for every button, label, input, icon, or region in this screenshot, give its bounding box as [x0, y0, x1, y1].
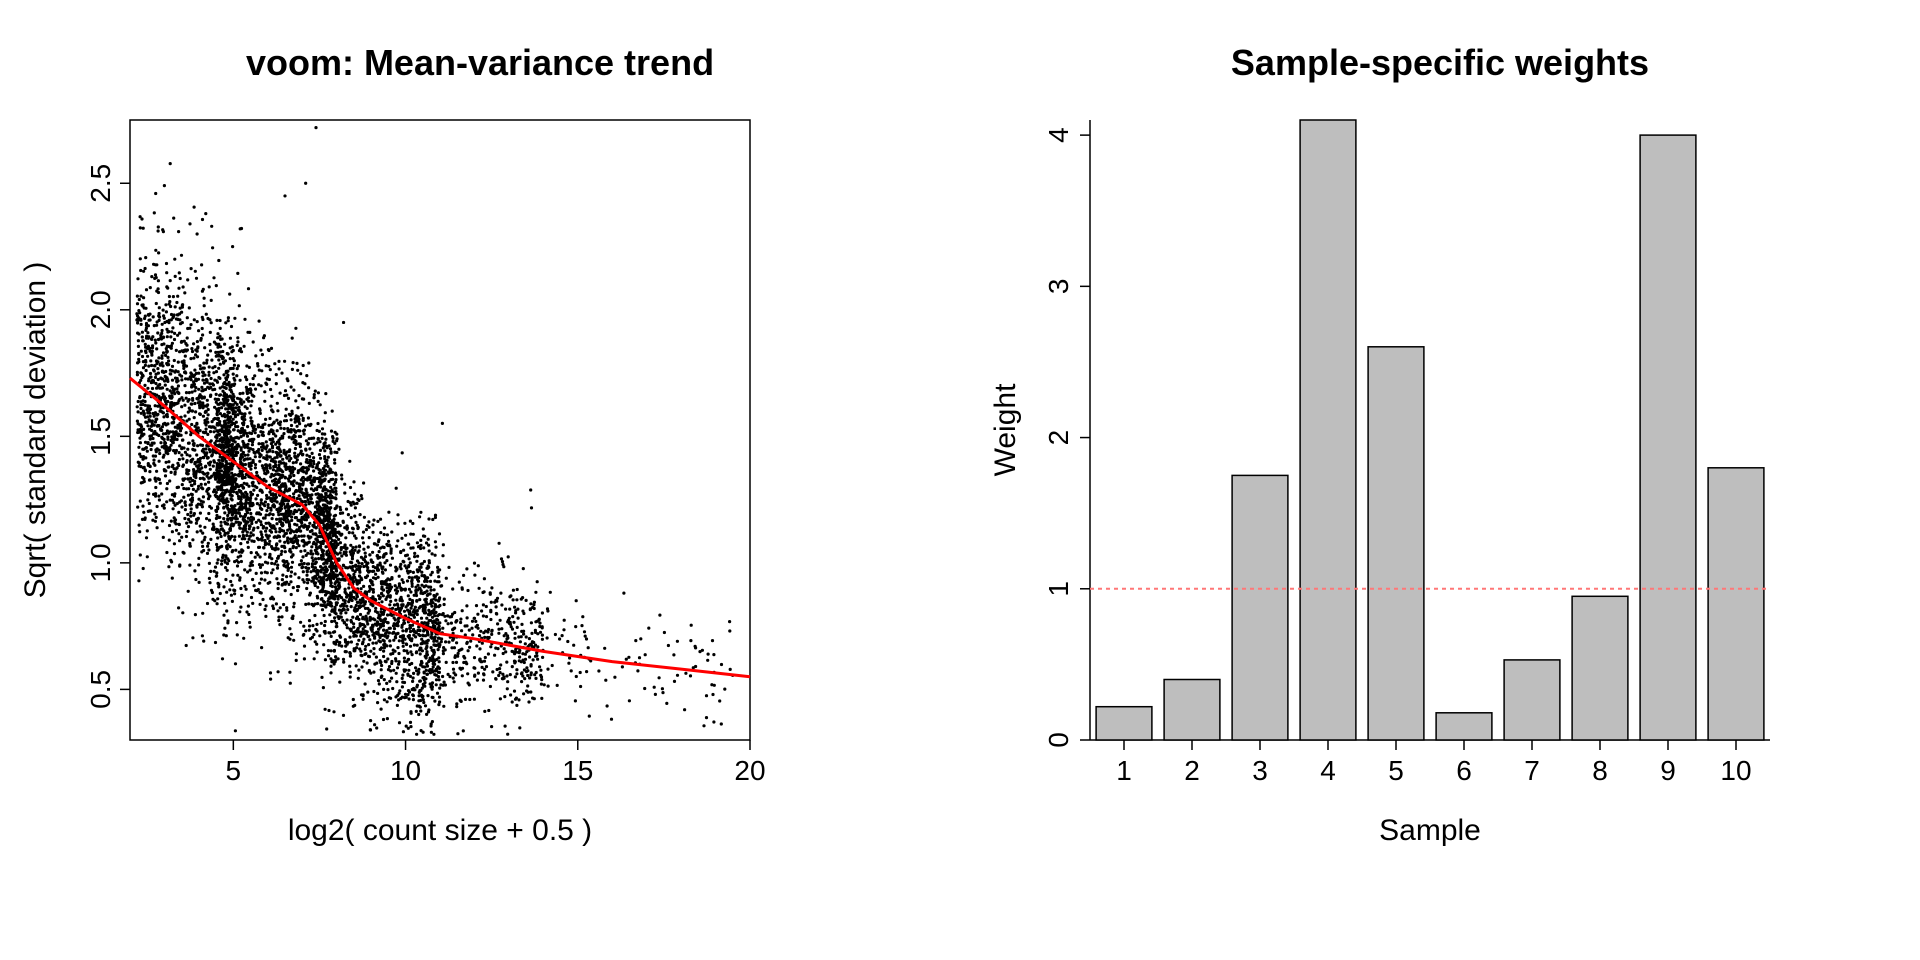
svg-text:5: 5 — [226, 755, 242, 786]
svg-text:1.5: 1.5 — [85, 417, 116, 456]
weights-bar-svg: 0123412345678910SampleWeight — [960, 0, 1920, 960]
svg-text:10: 10 — [390, 755, 421, 786]
svg-text:Sqrt( standard deviation ): Sqrt( standard deviation ) — [19, 262, 52, 599]
svg-text:2.0: 2.0 — [85, 290, 116, 329]
svg-text:0.5: 0.5 — [85, 670, 116, 709]
sample-weights-panel: Sample-specific weights 0123412345678910… — [960, 0, 1920, 960]
svg-text:2.5: 2.5 — [85, 164, 116, 203]
voom-scatter-svg: 5 10 15 20 0.5 1.0 1.5 2.0 2.5 log2( count size +… — [0, 0, 960, 960]
svg-text:log2( count size + 0.5 ): log2( count size + 0.5 ) — [288, 814, 592, 847]
weights-title: Sample-specific weights — [960, 42, 1920, 84]
svg-text:1.0: 1.0 — [85, 543, 116, 582]
charts-container: voom: Mean-variance trend 5 10 15 20 0.5 1.0 1… — [0, 0, 1920, 960]
voom-title: voom: Mean-variance trend — [0, 42, 960, 84]
voom-mean-variance-panel: voom: Mean-variance trend 5 10 15 20 0.5 1.0 1… — [0, 0, 960, 960]
svg-text:15: 15 — [562, 755, 593, 786]
svg-text:20: 20 — [734, 755, 765, 786]
